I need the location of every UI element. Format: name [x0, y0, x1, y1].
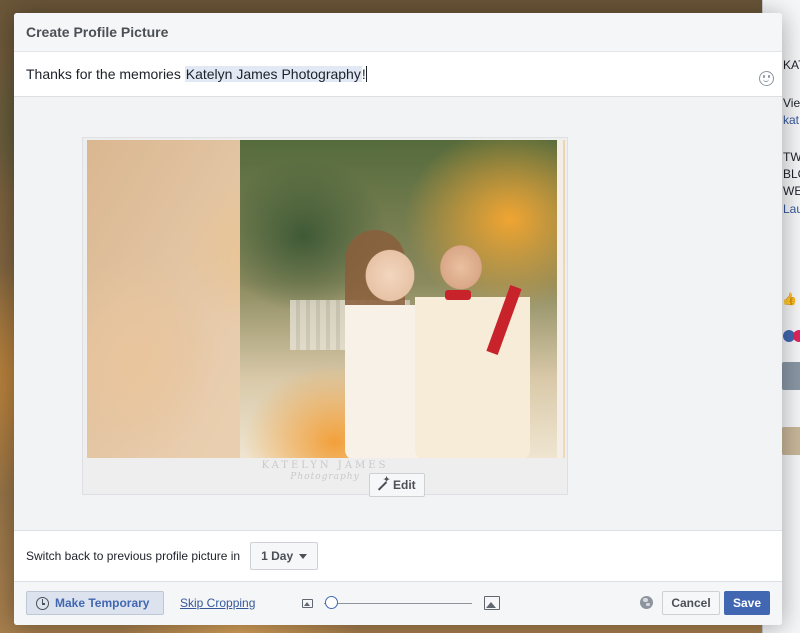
background-text: Vie: [783, 96, 800, 110]
background-thumbnail: [782, 362, 800, 390]
love-reaction-icon: [793, 330, 800, 342]
magic-wand-icon: [376, 475, 390, 491]
caption-input[interactable]: Thanks for the memories Katelyn James Ph…: [14, 52, 782, 97]
temporary-duration-label: Switch back to previous profile picture …: [26, 549, 241, 563]
globe-icon[interactable]: [640, 596, 653, 609]
temporary-duration-row: Switch back to previous profile picture …: [14, 530, 782, 582]
crop-frame[interactable]: KATELYN JAMES Photography Edit: [82, 137, 568, 497]
duration-value: 1 Day: [261, 549, 294, 563]
zoom-slider-thumb[interactable]: [324, 596, 338, 609]
caption-prefix: Thanks for the memories: [26, 66, 185, 82]
background-link: kat: [783, 113, 800, 127]
duration-dropdown[interactable]: 1 Day: [250, 542, 319, 570]
image-large-icon: [484, 596, 500, 610]
edit-button-label: Edit: [393, 478, 416, 492]
chevron-down-icon: [299, 553, 308, 559]
background-text: TW: [783, 150, 800, 164]
watermark-main: KATELYN JAMES: [261, 460, 389, 471]
make-temporary-button[interactable]: Make Temporary: [26, 591, 164, 615]
photo-watermark: KATELYN JAMES Photography: [83, 460, 567, 482]
create-profile-picture-dialog: Create Profile Picture Thanks for the me…: [14, 13, 782, 625]
caption-mention-tag[interactable]: Katelyn James Photography: [184, 66, 362, 82]
background-thumbnail: [782, 427, 800, 455]
edit-button[interactable]: Edit: [369, 473, 425, 497]
background-text: BLO: [783, 167, 800, 181]
clock-icon: [36, 596, 49, 610]
image-small-icon: [302, 599, 313, 608]
watermark-script: Photography: [290, 472, 360, 482]
skip-cropping-link[interactable]: Skip Cropping: [180, 596, 255, 610]
emoji-icon[interactable]: [759, 71, 774, 86]
background-text: KAT: [783, 58, 800, 72]
thumbs-up-icon: 👍: [782, 292, 797, 306]
cancel-button[interactable]: Cancel: [662, 591, 720, 615]
background-link: Lau: [783, 202, 800, 216]
dialog-title: Create Profile Picture: [26, 24, 169, 40]
photo-crop-region[interactable]: [240, 140, 563, 458]
save-button[interactable]: Save: [724, 591, 770, 615]
zoom-slider-track[interactable]: [324, 603, 472, 604]
text-caret: [365, 66, 367, 82]
crop-canvas-area: KATELYN JAMES Photography Edit: [14, 97, 782, 530]
make-temporary-label: Make Temporary: [55, 596, 150, 610]
dialog-header: Create Profile Picture: [14, 13, 782, 52]
caption-text[interactable]: Thanks for the memories Katelyn James Ph…: [26, 66, 367, 82]
background-text: WE: [783, 184, 800, 198]
dialog-footer: Make Temporary Skip Cropping Cancel Save: [14, 582, 782, 625]
